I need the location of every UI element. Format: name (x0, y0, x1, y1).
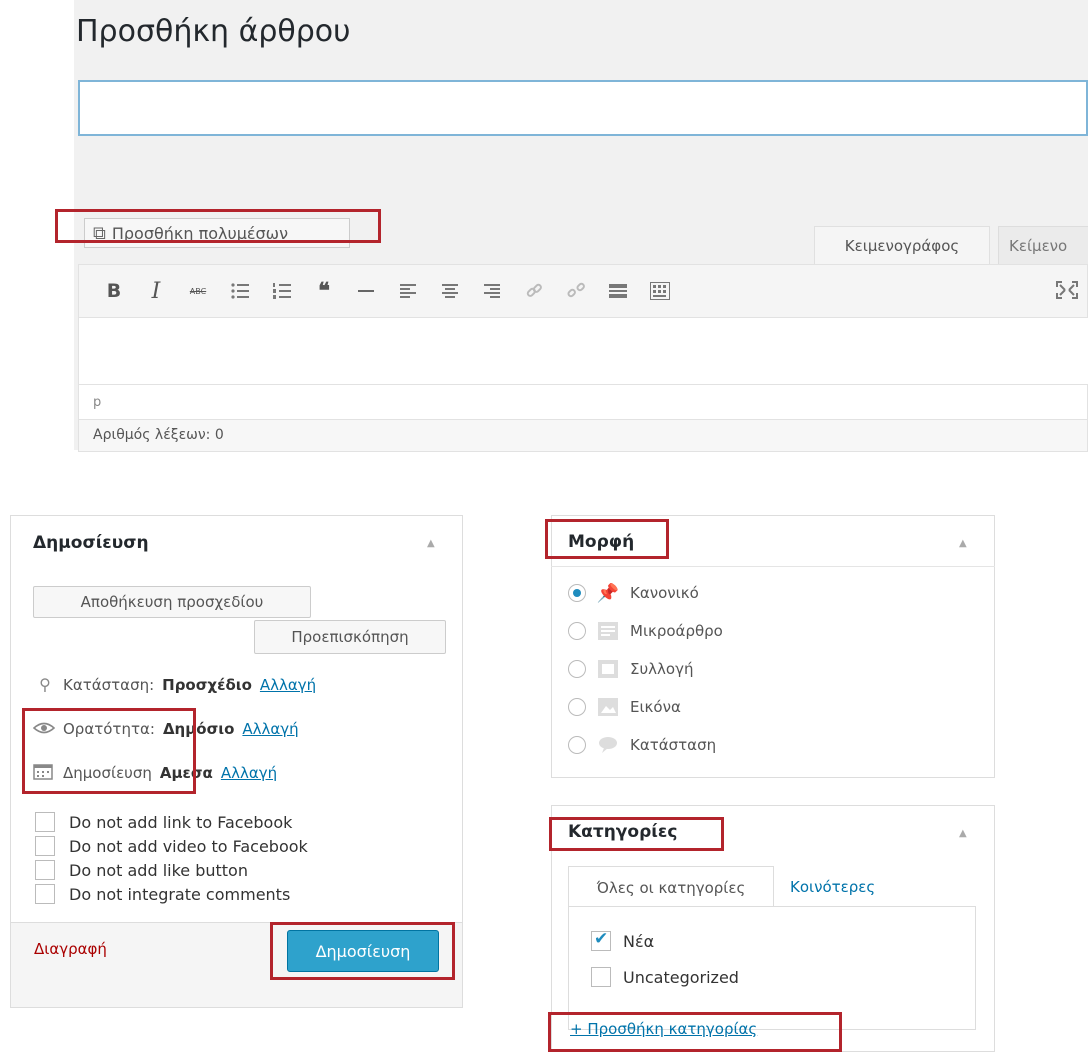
collapse-categories-icon[interactable]: ▲ (959, 828, 967, 839)
checkbox[interactable] (591, 929, 611, 951)
fullscreen-icon[interactable] (1052, 275, 1082, 305)
radio-button[interactable] (568, 660, 586, 678)
checkbox[interactable] (35, 836, 55, 856)
format-option[interactable]: Εικόνα (568, 688, 723, 726)
preview-button[interactable]: Προεπισκόπηση (254, 620, 446, 654)
image-icon (596, 697, 620, 717)
format-option[interactable]: 📌 Κανονικό (568, 574, 723, 612)
align-center-icon[interactable] (437, 278, 463, 304)
editor-path: p (78, 384, 1088, 420)
divider (551, 566, 995, 567)
gallery-icon (596, 659, 620, 679)
category-item[interactable]: Uncategorized (591, 959, 975, 995)
schedule-label: Δημοσίευση (63, 764, 152, 782)
schedule-value: Αμεσα (159, 764, 213, 782)
checkbox-label: Do not add link to Facebook (69, 812, 293, 832)
calendar-icon (33, 762, 55, 784)
strikethrough-icon[interactable]: ABC (185, 278, 211, 304)
radio-button[interactable] (568, 622, 586, 640)
category-label: Νέα (623, 931, 655, 951)
radio-button[interactable] (568, 736, 586, 754)
status-value: Προσχέδιο (162, 675, 252, 694)
eye-icon (32, 720, 56, 738)
blockquote-icon[interactable]: ❝ (311, 278, 337, 304)
visibility-value: Δημόσιο (162, 720, 235, 738)
tab-text[interactable]: Κείμενο (998, 226, 1088, 264)
tab-all-categories[interactable]: Όλες οι κατηγορίες (568, 866, 774, 908)
checkbox-row: Do not add link to Facebook (35, 810, 308, 834)
bold-icon[interactable]: B (101, 278, 127, 304)
bullet-list-icon[interactable] (227, 278, 253, 304)
visibility-label: Ορατότητα: (63, 720, 155, 738)
unlink-icon[interactable] (563, 278, 589, 304)
checkbox[interactable] (35, 860, 55, 880)
add-media-button[interactable]: ⧉ Προσθήκη πολυμέσων (84, 218, 350, 248)
category-item[interactable]: Νέα (591, 923, 975, 959)
format-option[interactable]: Μικροάρθρο (568, 612, 723, 650)
status-row: ⚲ Κατάσταση: Προσχέδιο Αλλαγή (35, 675, 316, 694)
tab-popular-categories[interactable]: Κοινότερες (790, 866, 875, 908)
format-option-label: Κανονικό (630, 584, 699, 602)
add-media-label: Προσθήκη πολυμέσων (111, 223, 289, 243)
category-label: Uncategorized (623, 967, 739, 987)
publish-button[interactable]: Δημοσίευση (287, 930, 439, 972)
pin-icon: ⚲ (39, 675, 51, 694)
checkbox-row: Do not add video to Facebook (35, 834, 308, 858)
align-right-icon[interactable] (479, 278, 505, 304)
publish-box-title: Δημοσίευση (33, 533, 149, 553)
editor-toolbar: B I ABC ❝ (78, 264, 1088, 318)
visibility-row: Ορατότητα: Δημόσιο Αλλαγή (32, 720, 299, 738)
editor-content-area[interactable] (78, 318, 1088, 384)
aside-icon (596, 621, 620, 641)
word-count: Αριθμός λέξεων: 0 (78, 420, 1088, 452)
category-list: Νέα Uncategorized (568, 906, 976, 1030)
format-option[interactable]: Συλλογή (568, 650, 723, 688)
checkbox[interactable] (591, 967, 611, 987)
horizontal-rule-icon[interactable] (353, 278, 379, 304)
checkbox-row: Do not add like button (35, 858, 308, 882)
format-option-label: Εικόνα (630, 698, 681, 716)
link-icon[interactable] (521, 278, 547, 304)
format-option-label: Συλλογή (630, 660, 694, 678)
read-more-icon[interactable] (605, 278, 631, 304)
format-option[interactable]: Κατάσταση (568, 726, 723, 764)
categories-box-title: Κατηγορίες (568, 822, 678, 842)
radio-button[interactable] (568, 584, 586, 602)
checkbox-label: Do not integrate comments (69, 884, 291, 904)
visibility-edit-link[interactable]: Αλλαγή (242, 720, 298, 738)
delete-link[interactable]: Διαγραφή (34, 940, 107, 958)
status-bubble-icon (596, 735, 620, 755)
page-title: Προσθήκη άρθρου (76, 14, 351, 49)
save-draft-button[interactable]: Αποθήκευση προσχεδίου (33, 586, 311, 618)
add-category-link[interactable]: + Προσθήκη κατηγορίας (570, 1020, 757, 1038)
schedule-row: Δημοσίευση Αμεσα Αλλαγή (33, 762, 277, 784)
schedule-edit-link[interactable]: Αλλαγή (221, 764, 277, 782)
media-icon: ⧉ (93, 222, 106, 244)
tab-visual[interactable]: Κειμενογράφος (814, 226, 990, 264)
collapse-format-icon[interactable]: ▲ (959, 538, 967, 549)
checkbox[interactable] (35, 812, 55, 832)
radio-button[interactable] (568, 698, 586, 716)
status-label: Κατάσταση: (63, 675, 155, 694)
status-edit-link[interactable]: Αλλαγή (260, 676, 316, 694)
collapse-publish-icon[interactable]: ▲ (427, 538, 435, 549)
checkbox-label: Do not add like button (69, 860, 248, 880)
italic-icon[interactable]: I (143, 278, 169, 304)
format-option-label: Μικροάρθρο (630, 622, 723, 640)
facebook-options: Do not add link to Facebook Do not add v… (35, 810, 308, 906)
align-left-icon[interactable] (395, 278, 421, 304)
pin-icon: 📌 (596, 582, 620, 604)
format-options: 📌 Κανονικό Μικροάρθρο Συλλογή Εικόνα Κατ… (568, 574, 723, 764)
checkbox[interactable] (35, 884, 55, 904)
toolbar-toggle-icon[interactable] (647, 278, 673, 304)
format-option-label: Κατάσταση (630, 736, 717, 754)
format-box-title: Μορφή (568, 532, 635, 552)
checkbox-label: Do not add video to Facebook (69, 836, 308, 856)
numbered-list-icon[interactable] (269, 278, 295, 304)
checkbox-row: Do not integrate comments (35, 882, 308, 906)
post-title-input[interactable] (78, 80, 1088, 136)
